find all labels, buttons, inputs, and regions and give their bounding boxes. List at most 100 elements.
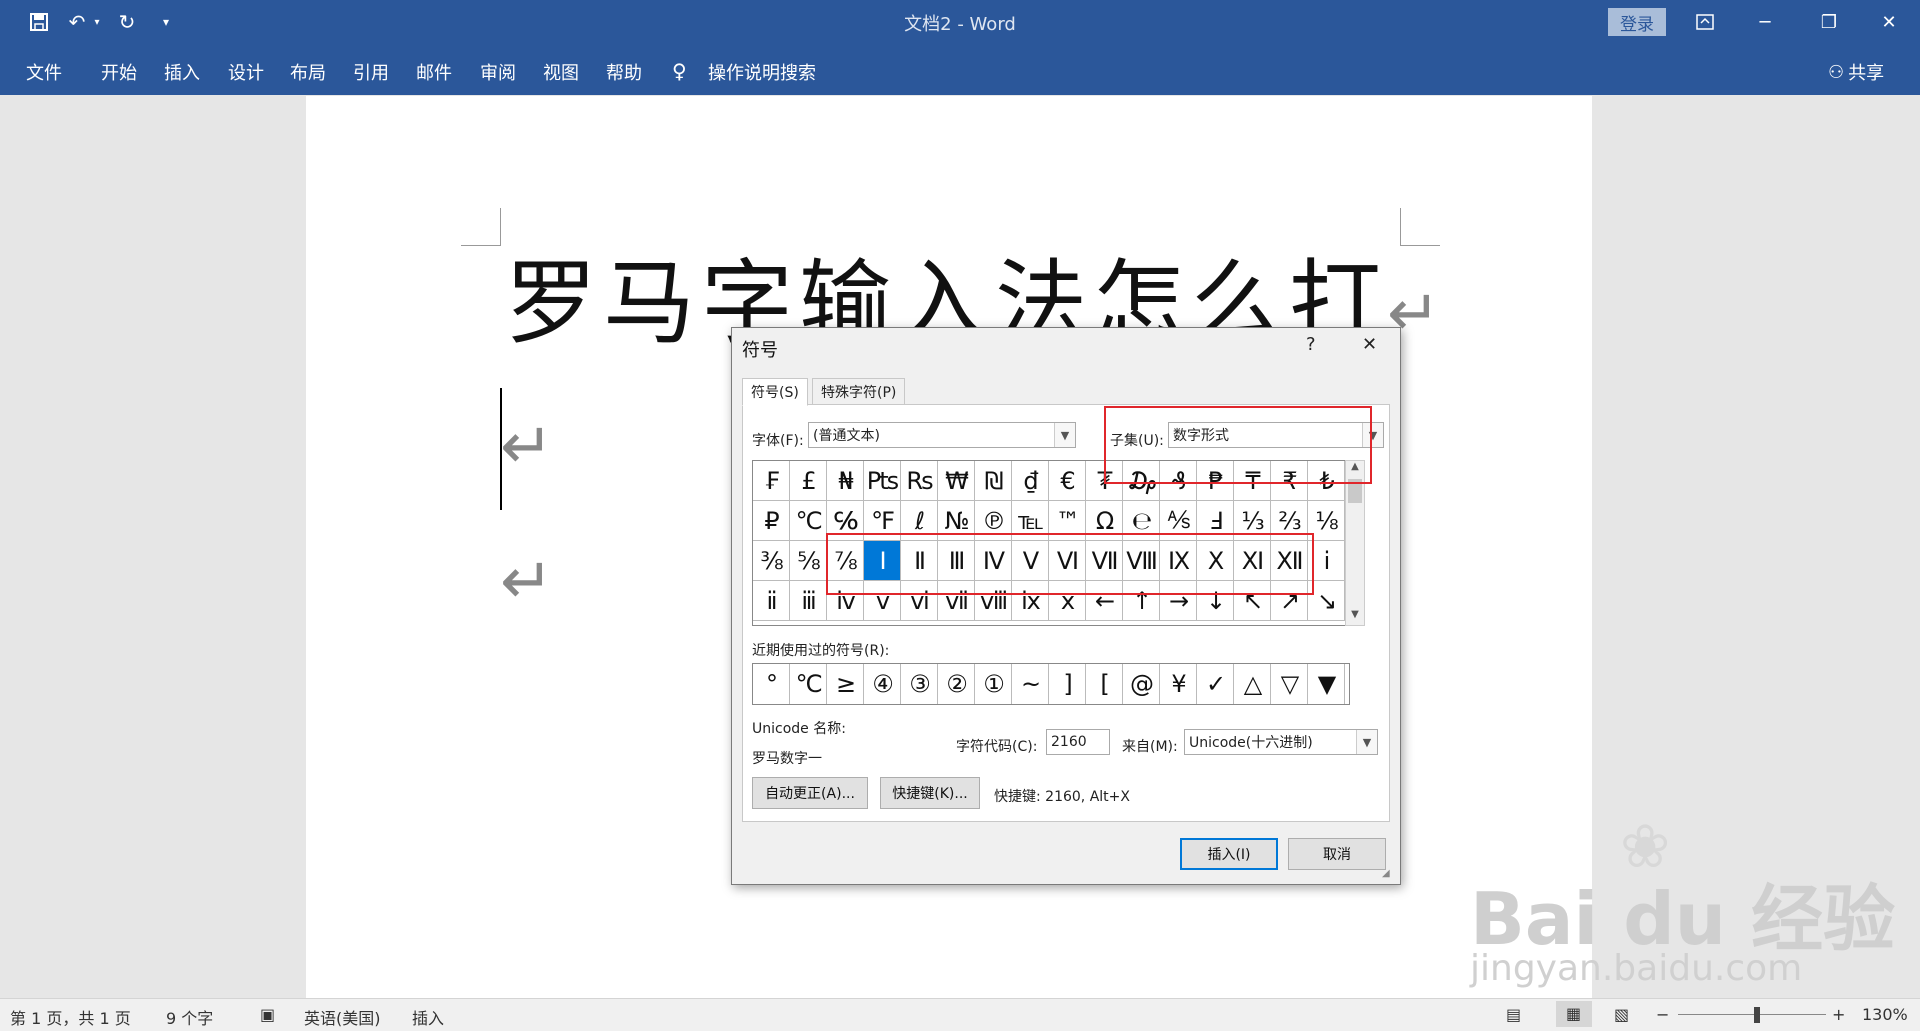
recent-symbol-cell[interactable]: ° [753, 664, 790, 704]
symbol-cell[interactable]: ₱ [1197, 461, 1234, 501]
recent-symbol-cell[interactable]: ④ [864, 664, 901, 704]
tab-special-characters[interactable]: 特殊字符(P) [812, 378, 906, 406]
symbol-cell[interactable]: Rs [901, 461, 938, 501]
symbol-cell[interactable]: £ [790, 461, 827, 501]
recent-symbol-cell[interactable]: ▼ [1308, 664, 1345, 704]
symbol-cell[interactable]: ⅍ [1160, 501, 1197, 541]
restore-icon[interactable]: ❐ [1806, 4, 1852, 40]
symbol-cell[interactable]: ℓ [901, 501, 938, 541]
recent-symbol-cell[interactable]: ① [975, 664, 1012, 704]
symbol-cell[interactable]: Ⅺ [1234, 541, 1271, 581]
symbol-cell[interactable]: Ⅵ [1049, 541, 1086, 581]
tab-mailings[interactable]: 邮件 [416, 59, 452, 85]
recent-symbol-cell[interactable]: ▽ [1271, 664, 1308, 704]
symbol-cell[interactable]: ₪ [975, 461, 1012, 501]
symbol-cell[interactable]: ₯ [1123, 461, 1160, 501]
zoom-level[interactable]: 130% [1862, 1005, 1908, 1024]
symbol-cell[interactable]: Ω [1086, 501, 1123, 541]
symbol-cell[interactable]: Ⅱ [901, 541, 938, 581]
symbol-cell[interactable]: ⅓ [1234, 501, 1271, 541]
symbol-cell[interactable]: ₮ [1086, 461, 1123, 501]
subset-select[interactable]: 数字形式 ▼ [1168, 422, 1384, 448]
symbol-cell[interactable]: ₩ [938, 461, 975, 501]
symbol-cell[interactable]: ↘ [1308, 581, 1345, 621]
lightbulb-icon[interactable]: ♀ [672, 59, 687, 83]
proofing-icon[interactable]: ▣ [260, 1005, 275, 1024]
recent-symbol-cell[interactable]: [ [1086, 664, 1123, 704]
recent-symbol-cell[interactable]: @ [1123, 664, 1160, 704]
symbol-cell[interactable]: °C [790, 501, 827, 541]
symbol-cell[interactable]: ⅶ [938, 581, 975, 621]
symbol-cell[interactable]: ⅳ [827, 581, 864, 621]
tab-layout[interactable]: 布局 [290, 59, 326, 85]
from-select[interactable]: Unicode(十六进制) ▼ [1184, 729, 1378, 755]
recent-symbol-cell[interactable]: ~ [1012, 664, 1049, 704]
ribbon-display-icon[interactable] [1682, 4, 1728, 40]
symbol-cell[interactable]: ⅸ [1012, 581, 1049, 621]
symbol-cell[interactable]: °F [864, 501, 901, 541]
share-button[interactable]: ⚇ 共享 [1828, 59, 1884, 85]
symbol-cell[interactable]: ↓ [1197, 581, 1234, 621]
symbol-cell[interactable]: ⅱ [753, 581, 790, 621]
symbol-cell[interactable]: ₣ [753, 461, 790, 501]
word-count[interactable]: 9 个字 [166, 1005, 213, 1029]
symbol-cell[interactable]: ™ [1049, 501, 1086, 541]
symbol-cell[interactable]: ↖ [1234, 581, 1271, 621]
symbol-cell[interactable]: ℗ [975, 501, 1012, 541]
symbol-cell[interactable]: Ⅷ [1123, 541, 1160, 581]
symbol-cell[interactable]: ₺ [1308, 461, 1345, 501]
login-button[interactable]: 登录 [1608, 8, 1666, 36]
symbol-cell[interactable]: Ⅶ [1086, 541, 1123, 581]
insert-button[interactable]: 插入(I) [1180, 838, 1278, 870]
recent-symbol-cell[interactable]: ¥ [1160, 664, 1197, 704]
symbol-grid-scrollbar[interactable]: ▲ ▼ [1345, 460, 1365, 626]
scrollbar-thumb[interactable] [1348, 479, 1362, 503]
symbol-cell[interactable]: ⅲ [790, 581, 827, 621]
recent-symbol-cell[interactable]: ≥ [827, 664, 864, 704]
symbol-cell[interactable]: ⅹ [1049, 581, 1086, 621]
font-select[interactable]: (普通文本) ▼ [808, 422, 1076, 448]
print-layout-icon[interactable]: ▦ [1556, 1001, 1592, 1027]
scroll-down-icon[interactable]: ▼ [1346, 609, 1364, 625]
close-window-icon[interactable]: ✕ [1866, 4, 1912, 40]
symbol-cell[interactable]: ₹ [1271, 461, 1308, 501]
symbol-cell[interactable]: ⅵ [901, 581, 938, 621]
symbol-cell[interactable]: Pts [864, 461, 901, 501]
minimize-icon[interactable]: ─ [1742, 4, 1788, 40]
tab-help[interactable]: 帮助 [606, 59, 642, 85]
symbol-cell[interactable]: ⅴ [864, 581, 901, 621]
char-code-input[interactable]: 2160 [1046, 729, 1110, 755]
symbol-cell[interactable]: Ⅎ [1197, 501, 1234, 541]
zoom-out-icon[interactable]: − [1656, 1005, 1669, 1024]
tab-design[interactable]: 设计 [228, 59, 264, 85]
symbol-cell[interactable]: ℮ [1123, 501, 1160, 541]
symbol-cell[interactable]: Ⅴ [1012, 541, 1049, 581]
web-layout-icon[interactable]: ▧ [1614, 1005, 1629, 1024]
resize-grip-icon[interactable]: ◢ [1382, 868, 1390, 879]
read-mode-icon[interactable]: ▤ [1506, 1005, 1521, 1024]
recent-symbol-cell[interactable]: °C [790, 664, 827, 704]
close-icon[interactable]: ✕ [1362, 334, 1377, 355]
tab-review[interactable]: 审阅 [480, 59, 516, 85]
symbol-cell[interactable]: ₫ [1012, 461, 1049, 501]
autocorrect-button[interactable]: 自动更正(A)... [752, 777, 868, 809]
zoom-in-icon[interactable]: + [1832, 1005, 1845, 1024]
help-button[interactable]: ? [1306, 334, 1316, 355]
symbol-cell[interactable]: ↗ [1271, 581, 1308, 621]
symbol-cell[interactable]: ⅷ [975, 581, 1012, 621]
scroll-up-icon[interactable]: ▲ [1346, 461, 1364, 477]
symbol-cell[interactable]: ₽ [753, 501, 790, 541]
symbol-cell[interactable]: → [1160, 581, 1197, 621]
symbol-cell[interactable]: ⅛ [1308, 501, 1345, 541]
symbol-cell[interactable]: Ⅳ [975, 541, 1012, 581]
page-count[interactable]: 第 1 页，共 1 页 [10, 1005, 131, 1029]
symbol-cell[interactable]: ℡ [1012, 501, 1049, 541]
symbol-cell[interactable]: ⅰ [1308, 541, 1345, 581]
recent-symbol-cell[interactable]: ③ [901, 664, 938, 704]
shortcut-key-button[interactable]: 快捷键(K)... [880, 777, 980, 809]
tab-home[interactable]: 开始 [101, 59, 137, 85]
symbol-cell[interactable]: ℅ [827, 501, 864, 541]
cancel-button[interactable]: 取消 [1288, 838, 1386, 870]
language-indicator[interactable]: 英语(美国) [304, 1005, 381, 1029]
zoom-slider-thumb[interactable] [1754, 1007, 1760, 1023]
